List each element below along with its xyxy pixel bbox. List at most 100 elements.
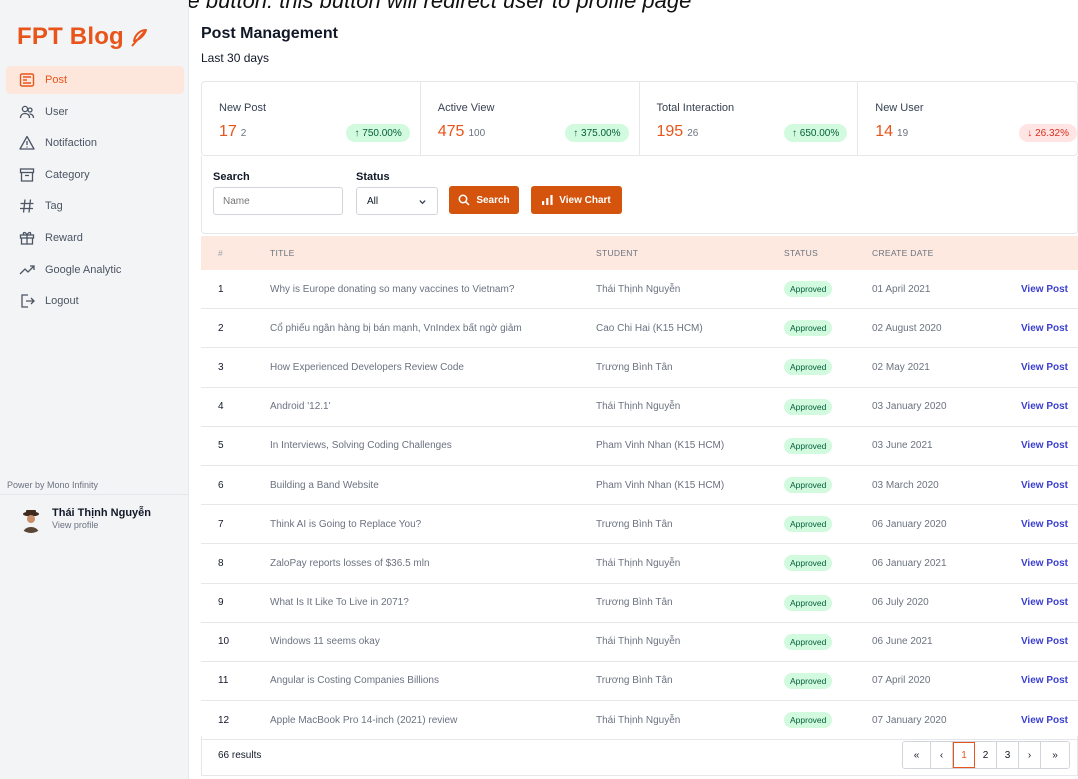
view-post-link[interactable]: View Post [1021, 401, 1068, 412]
row-title: Android '12.1' [270, 401, 331, 413]
col-title-header[interactable]: TITLE [270, 248, 295, 258]
stat-label: New User [875, 102, 924, 114]
sidebar-item-label: Google Analytic [45, 263, 122, 276]
row-student: Thái Thịnh Nguyễn [596, 636, 681, 648]
change-badge: ↓ 26.32% [1019, 124, 1077, 142]
view-post-link[interactable]: View Post [1021, 323, 1068, 334]
stats-panel: New Post 17 2 ↑ 750.00% Active View 475 100 ↑ 3… [201, 81, 1078, 156]
status-badge: Approved [784, 555, 833, 572]
table-row: 11 Angular is Costing Companies Billions T… [201, 662, 1078, 702]
row-student: Thái Thịnh Nguyễn [596, 401, 681, 413]
stat-card: Total Interaction 195 26 ↑ 650.00% [640, 82, 859, 155]
page-2-button[interactable]: 2 [975, 742, 997, 768]
status-badge: Approved [784, 359, 833, 376]
stat-current: 17 [219, 123, 237, 140]
status-badge: Approved [784, 594, 833, 611]
view-post-link[interactable]: View Post [1021, 284, 1068, 295]
last-page-button[interactable]: » [1041, 742, 1069, 768]
sidebar-item-tag[interactable]: Tag [6, 192, 184, 220]
view-post-link[interactable]: View Post [1021, 636, 1068, 647]
bar-chart-icon [542, 195, 553, 205]
change-value: 650.00% [799, 127, 840, 139]
table-row: 2 Cổ phiếu ngân hàng bị bán mạnh, VnIndex… [201, 309, 1078, 349]
users-icon [19, 104, 35, 120]
table-header: # TITLE STUDENT STATUS CREATE DATE [201, 236, 1078, 270]
view-post-link[interactable]: View Post [1021, 558, 1068, 569]
view-post-link[interactable]: View Post [1021, 675, 1068, 686]
row-date: 06 July 2020 [872, 597, 929, 609]
sidebar-item-logout[interactable]: Logout [6, 287, 184, 315]
row-date: 03 June 2021 [872, 440, 933, 452]
status-badge: Approved [784, 712, 833, 729]
brand-name: FPT Blog [17, 23, 124, 50]
row-student: Cao Chi Hai (K15 HCM) [596, 322, 703, 334]
col-date-header[interactable]: CREATE DATE [872, 248, 934, 258]
table-row: 8 ZaloPay reports losses of $36.5 mln Thái… [201, 544, 1078, 584]
col-status-header[interactable]: STATUS [784, 248, 818, 258]
view-post-link[interactable]: View Post [1021, 715, 1068, 726]
status-badge: Approved [784, 633, 833, 650]
row-title: In Interviews, Solving Coding Challenges [270, 440, 452, 452]
sidebar-item-notifaction[interactable]: Notifaction [6, 129, 184, 157]
stat-value: 17 2 [219, 123, 246, 141]
sidebar-item-label: Reward [45, 231, 83, 244]
row-index: 6 [218, 479, 224, 491]
table-row: 9 What Is It Like To Live in 2071? Trương … [201, 584, 1078, 623]
trend-icon [19, 262, 35, 278]
view-chart-button-label: View Chart [559, 194, 611, 206]
stat-current: 475 [437, 123, 465, 140]
row-title: Angular is Costing Companies Billions [270, 675, 439, 687]
page-1-button[interactable]: 1 [953, 742, 975, 768]
row-title: Think AI is Going to Replace You? [270, 518, 422, 530]
stat-value: 14 19 [875, 123, 908, 141]
col-student-header[interactable]: STUDENT [596, 248, 638, 258]
search-input[interactable] [213, 187, 343, 215]
first-page-button[interactable]: « [903, 742, 931, 768]
row-index: 4 [218, 401, 224, 413]
profile-card[interactable]: Thái Thịnh Nguyễn View profile [18, 507, 151, 533]
row-title: Why is Europe donating so many vaccines … [270, 283, 515, 295]
row-student: Pham Vinh Nhan (K15 HCM) [596, 479, 725, 491]
row-date: 03 January 2020 [872, 401, 947, 413]
row-index: 8 [218, 557, 224, 569]
view-post-link[interactable]: View Post [1021, 597, 1068, 608]
row-index: 12 [218, 714, 230, 726]
stat-previous: 26 [687, 128, 699, 139]
status-label: Status [356, 171, 390, 183]
row-title: How Experienced Developers Review Code [270, 361, 464, 373]
view-profile-link[interactable]: View profile [52, 520, 151, 530]
chevron-down-icon [419, 200, 426, 205]
brand-logo[interactable]: FPT Blog [17, 23, 150, 51]
view-post-link[interactable]: View Post [1021, 362, 1068, 373]
view-chart-button[interactable]: View Chart [531, 186, 622, 214]
status-select-value: All [367, 195, 379, 207]
row-date: 01 April 2021 [872, 283, 931, 295]
sidebar-item-google-analytic[interactable]: Google Analytic [6, 256, 184, 284]
search-button[interactable]: Search [449, 186, 519, 214]
prev-page-button[interactable]: ‹ [931, 742, 953, 768]
sidebar-item-category[interactable]: Category [6, 161, 184, 189]
sidebar-nav: Post User Notifaction Category Tag Reward Goog… [6, 66, 184, 319]
table-body: 1 Why is Europe donating so many vaccines… [201, 270, 1078, 741]
logout-icon [19, 293, 35, 309]
stat-value: 195 26 [657, 123, 699, 141]
view-post-link[interactable]: View Post [1021, 480, 1068, 491]
sidebar-item-reward[interactable]: Reward [6, 224, 184, 252]
arrow-up-icon: ↑ [354, 127, 363, 139]
sidebar-item-user[interactable]: User [6, 98, 184, 126]
page-3-button[interactable]: 3 [997, 742, 1019, 768]
change-value: 26.32% [1035, 127, 1069, 139]
archive-icon [19, 167, 35, 183]
view-post-link[interactable]: View Post [1021, 519, 1068, 530]
sidebar-item-label: User [45, 105, 69, 118]
next-page-button[interactable]: › [1019, 742, 1041, 768]
row-title: Cổ phiếu ngân hàng bị bán mạnh, VnIndex … [270, 322, 522, 334]
row-index: 10 [218, 636, 230, 648]
sidebar-item-post[interactable]: Post [6, 66, 184, 94]
change-badge: ↑ 750.00% [346, 124, 410, 142]
row-title: Apple MacBook Pro 14-inch (2021) review [270, 714, 458, 726]
view-post-link[interactable]: View Post [1021, 440, 1068, 451]
stat-previous: 19 [897, 128, 909, 139]
main-content: Post Management Last 30 days New Post 17 2… [201, 0, 1078, 779]
status-select[interactable]: All [356, 187, 438, 215]
